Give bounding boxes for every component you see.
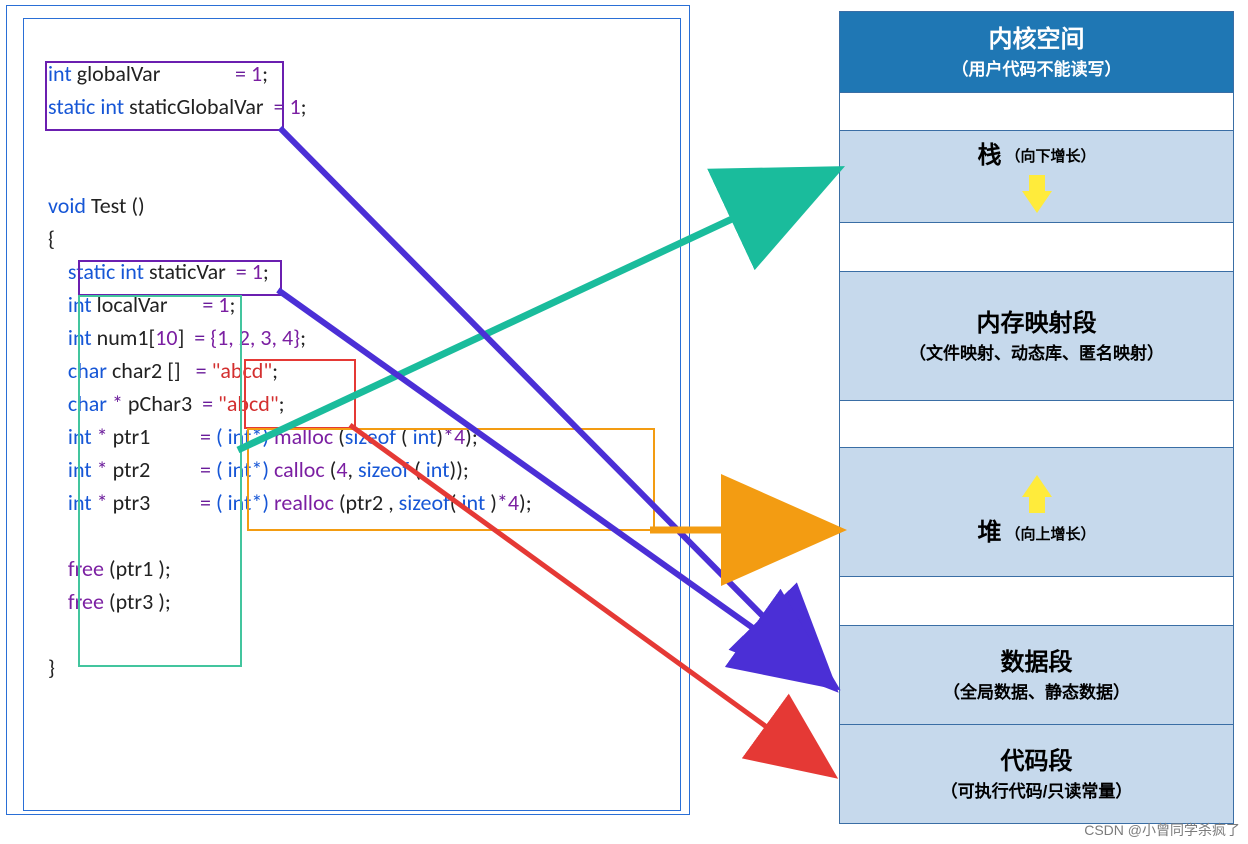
box-locals (78, 295, 242, 667)
box-staticvar (78, 260, 282, 296)
mem-code: 代码段 （可执行代码/只读常量） (840, 724, 1233, 823)
mem-heap: 堆 （向上增长） (840, 447, 1233, 576)
memory-layout: 内核空间 （用户代码不能读写） 栈 （向下增长） 内存映射段 （文件映射、动态库… (839, 11, 1234, 824)
mem-gap-2 (840, 222, 1233, 271)
mem-gap-3 (840, 400, 1233, 447)
box-heap-alloc (247, 428, 655, 531)
mem-stack: 栈 （向下增长） (840, 130, 1233, 222)
arrow-down-icon (1022, 191, 1052, 213)
diagram-stage: int globalVar = 1; static int staticGlob… (0, 0, 1248, 844)
watermark: CSDN @小曾同学杀疯了 (1084, 820, 1240, 840)
mem-mmap: 内存映射段 （文件映射、动态库、匿名映射） (840, 271, 1233, 400)
box-globals (45, 61, 284, 131)
arrow-up-icon (1022, 475, 1052, 497)
code-frame-inner: int globalVar = 1; static int staticGlob… (23, 18, 681, 811)
mem-gap-1 (840, 92, 1233, 130)
mem-data: 数据段 （全局数据、静态数据） (840, 625, 1233, 724)
box-string-literals (244, 359, 356, 429)
mem-gap-4 (840, 576, 1233, 625)
mem-kernel: 内核空间 （用户代码不能读写） (840, 12, 1233, 92)
